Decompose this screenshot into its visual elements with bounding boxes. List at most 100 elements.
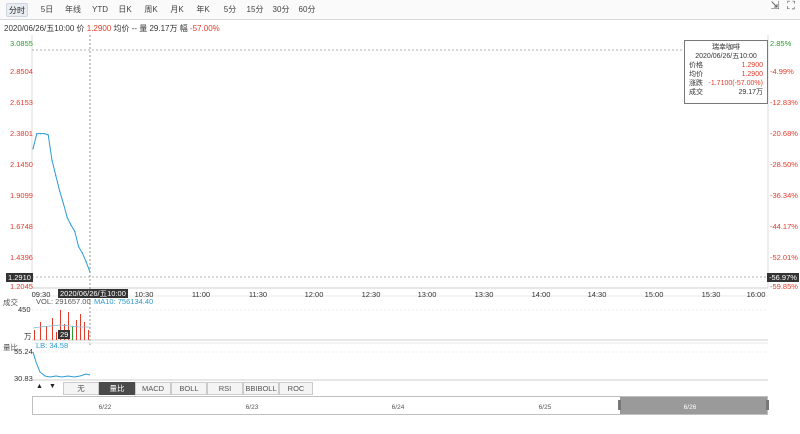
price-point — [47, 134, 49, 136]
indicator-tab-boll[interactable]: BOLL — [171, 382, 207, 395]
percent-tick: -36.34% — [770, 191, 798, 200]
percent-tick: 2.85% — [770, 39, 792, 48]
price-point — [70, 224, 72, 226]
price-point — [74, 230, 76, 233]
price-chart[interactable] — [0, 0, 800, 434]
time-tick: 15:30 — [701, 290, 721, 299]
price-point — [89, 271, 91, 273]
navigator-date: 6/25 — [538, 404, 552, 411]
indicator-tab-lb[interactable]: 量比 — [99, 382, 135, 395]
time-tick: 15:00 — [644, 290, 664, 299]
volume-legend: VOL: 291657.00 — [36, 297, 91, 306]
percent-tick: -20.68% — [770, 129, 798, 138]
percent-tick: -12.83% — [770, 98, 798, 107]
percent-tick: -59.85% — [770, 282, 798, 291]
volume-side-label: 成交 — [3, 298, 18, 307]
navigator-left-handle[interactable] — [618, 400, 621, 410]
lb-legend: LB: 34.58 — [36, 341, 69, 350]
price-tick: 1.6748 — [10, 222, 33, 231]
tooltip-label: 涨跌 — [689, 80, 703, 87]
time-tick: 13:00 — [417, 290, 437, 299]
cursor-percent-tag: -56.97% — [767, 273, 799, 282]
volume-bar — [56, 332, 57, 340]
price-tick: 1.4396 — [10, 253, 33, 262]
price-tick: 2.8504 — [10, 67, 33, 76]
price-tick: 3.0855 — [10, 39, 33, 48]
price-point — [36, 133, 38, 135]
lb-line — [32, 351, 91, 378]
volume-ma-line — [32, 324, 90, 329]
price-point — [43, 133, 46, 135]
price-point — [40, 133, 42, 135]
tooltip-label: 成交 — [689, 89, 703, 96]
price-point — [85, 261, 87, 263]
price-point — [81, 252, 83, 254]
indicator-tab-rsi[interactable]: RSI — [207, 382, 243, 395]
price-point — [66, 216, 68, 219]
indicator-tab-roc[interactable]: ROC — [279, 382, 313, 395]
navigator-date: 6/23 — [245, 404, 259, 411]
percent-tick: -4.99% — [770, 67, 794, 76]
price-point — [51, 159, 53, 161]
volume-bar — [72, 326, 73, 340]
time-tick: 11:30 — [248, 290, 268, 299]
tooltip-row: 价格 1.2900 — [689, 61, 763, 70]
time-tick: 14:30 — [587, 290, 607, 299]
tooltip-value: 1.2900 — [741, 71, 763, 78]
percent-tick: -28.50% — [770, 160, 798, 169]
tooltip-label: 均价 — [689, 71, 703, 78]
indicator-tab-bbiboll[interactable]: BBIBOLL — [243, 382, 279, 395]
lb-bottom-tick: 30.83 — [14, 374, 33, 383]
navigator-right-handle[interactable] — [766, 400, 769, 410]
indicator-tab-macd[interactable]: MACD — [135, 382, 171, 395]
time-tick: 11:00 — [191, 290, 211, 299]
price-series-layer — [32, 133, 91, 273]
lb-top-tick: 55.24 — [14, 347, 33, 356]
time-tick: 12:30 — [361, 290, 381, 299]
navigator-date: 6/26 — [683, 404, 697, 411]
tooltip-date: 2020/06/26/五10:00 — [695, 53, 757, 60]
time-tick: 12:00 — [304, 290, 324, 299]
price-tick: 1.2045 — [10, 282, 33, 291]
tooltip-row: 涨跌 -1.7100(-57.00%) — [689, 79, 763, 88]
indicator-next-arrow[interactable]: ▼ — [49, 383, 56, 390]
volume-ma-legend: MA10: 756134.40 — [94, 297, 154, 306]
volume-bar — [52, 318, 53, 340]
volume-bar — [46, 326, 47, 340]
price-point — [55, 175, 57, 177]
tooltip-label: 价格 — [689, 62, 703, 69]
volume-cursor-tag: 29 — [58, 330, 71, 339]
indicator-prev-arrow[interactable]: ▲ — [36, 383, 43, 390]
volume-max-tick: 450 — [18, 305, 31, 314]
percent-tick: -44.17% — [770, 222, 798, 231]
price-point — [78, 246, 80, 248]
volume-unit: 万 — [24, 332, 32, 341]
tooltip-value: 29.17万 — [738, 89, 763, 96]
volume-bar — [84, 322, 85, 340]
volume-bar — [76, 320, 77, 340]
price-line — [32, 133, 91, 273]
cursor-price-tag: 1.2910 — [6, 273, 33, 282]
price-tick: 1.9099 — [10, 191, 33, 200]
navigator-date: 6/24 — [391, 404, 405, 411]
price-tick: 2.1450 — [10, 160, 33, 169]
time-tick: 14:00 — [531, 290, 551, 299]
tooltip-row: 均价 1.2900 — [689, 70, 763, 79]
percent-tick: -52.01% — [770, 253, 798, 262]
price-point — [59, 190, 61, 192]
navigator-date: 6/22 — [98, 404, 112, 411]
tooltip-title: 瑞幸咖啡 — [712, 44, 740, 51]
time-tick: 16:00 — [746, 290, 766, 299]
volume-bar — [40, 322, 41, 340]
price-tick: 2.3801 — [10, 129, 33, 138]
price-point — [62, 202, 64, 205]
tooltip-row: 成交 29.17万 — [689, 88, 763, 97]
indicator-tab-none[interactable]: 无 — [63, 382, 99, 395]
tooltip-value: 1.2900 — [741, 62, 763, 69]
price-point — [32, 148, 34, 150]
time-tick: 13:30 — [474, 290, 494, 299]
price-tick: 2.6153 — [10, 98, 33, 107]
tooltip-value: -1.7100(-57.00%) — [708, 80, 763, 87]
volume-bar — [88, 330, 89, 340]
volume-bar — [34, 330, 35, 340]
